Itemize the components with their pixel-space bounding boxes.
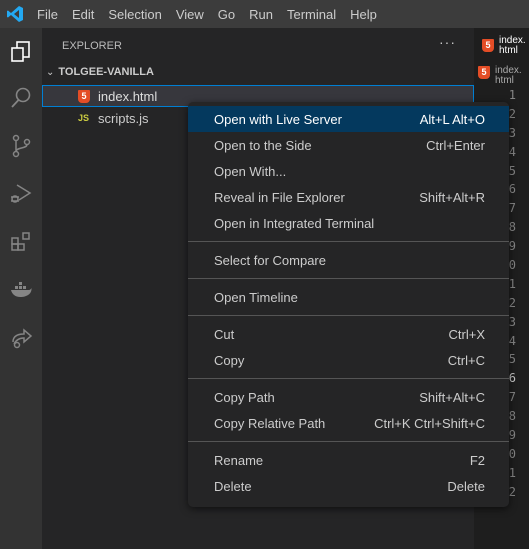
menu-selection[interactable]: Selection: [101, 7, 168, 22]
vscode-logo-icon: [0, 5, 30, 23]
activity-bar: [0, 28, 42, 549]
menu-separator: [188, 278, 509, 279]
file-name: scripts.js: [98, 110, 149, 126]
menu-item-label: Copy Path: [214, 389, 275, 405]
menu-item-reveal-in-file-explorer[interactable]: Reveal in File Explorer Shift+Alt+R: [188, 184, 509, 210]
menu-item-label: Open in Integrated Terminal: [214, 215, 375, 231]
menu-item-shortcut: Ctrl+Enter: [426, 137, 485, 153]
more-actions-icon[interactable]: ···: [439, 34, 456, 50]
menu-item-shortcut: Shift+Alt+C: [419, 389, 485, 405]
title-bar: File Edit Selection View Go Run Terminal Help: [0, 0, 529, 28]
menu-item-select-for-compare[interactable]: Select for Compare: [188, 247, 509, 273]
menu-item-shortcut: Delete: [447, 478, 485, 494]
source-control-icon[interactable]: [0, 126, 42, 166]
menu-item-label: Copy Relative Path: [214, 415, 326, 431]
menu-item-label: Copy: [214, 352, 245, 368]
menu-item-label: Select for Compare: [214, 252, 326, 268]
menu-item-label: Delete: [214, 478, 252, 494]
folder-header[interactable]: ⌄ TOLGEE-VANILLA: [46, 66, 154, 78]
menu-item-open-with[interactable]: Open With...: [188, 158, 509, 184]
chevron-down-icon: ⌄: [46, 67, 55, 78]
menu-item-shortcut: Ctrl+X: [448, 326, 485, 342]
menu-item-shortcut: Alt+L Alt+O: [419, 111, 485, 127]
menu-item-copy-relative-path[interactable]: Copy Relative Path Ctrl+K Ctrl+Shift+C: [188, 410, 509, 436]
explorer-title: EXPLORER: [62, 40, 122, 52]
tab-label: index.html: [499, 34, 526, 56]
menu-item-copy-path[interactable]: Copy Path Shift+Alt+C: [188, 384, 509, 410]
menu-help[interactable]: Help: [343, 7, 384, 22]
menu-item-shortcut: Shift+Alt+R: [419, 189, 485, 205]
menu-item-delete[interactable]: Delete Delete: [188, 473, 509, 499]
html5-icon: 5: [482, 39, 494, 52]
html5-icon: 5: [78, 89, 90, 103]
menu-item-shortcut: F2: [469, 452, 485, 468]
tab-index-html[interactable]: 5 index.html: [474, 28, 529, 63]
menu-item-label: Reveal in File Explorer: [214, 189, 345, 205]
menu-item-cut[interactable]: Cut Ctrl+X: [188, 321, 509, 347]
menu-item-open-timeline[interactable]: Open Timeline: [188, 284, 509, 310]
menu-separator: [188, 441, 509, 442]
file-name: index.html: [98, 88, 158, 104]
run-debug-icon[interactable]: [0, 174, 42, 214]
menu-separator: [188, 241, 509, 242]
menu-run[interactable]: Run: [242, 7, 280, 22]
menu-file[interactable]: File: [30, 7, 65, 22]
context-menu: Open with Live Server Alt+L Alt+O Open to …: [188, 102, 509, 507]
menu-item-label: Rename: [214, 452, 264, 468]
docker-icon[interactable]: [0, 270, 42, 310]
breadcrumb-item: index.html: [495, 65, 522, 86]
menu-edit[interactable]: Edit: [65, 7, 101, 22]
menu-item-open-to-the-side[interactable]: Open to the Side Ctrl+Enter: [188, 132, 509, 158]
menu-item-open-with-live-server[interactable]: Open with Live Server Alt+L Alt+O: [188, 106, 509, 132]
menu-view[interactable]: View: [169, 7, 211, 22]
menu-item-rename[interactable]: Rename F2: [188, 447, 509, 473]
menu-go[interactable]: Go: [211, 7, 242, 22]
menu-terminal[interactable]: Terminal: [280, 7, 343, 22]
menu-item-shortcut: Ctrl+C: [447, 352, 485, 368]
folder-name: TOLGEE-VANILLA: [58, 66, 154, 78]
menu-item-label: Open to the Side: [214, 137, 312, 153]
menu-separator: [188, 378, 509, 379]
menu-item-shortcut: Ctrl+K Ctrl+Shift+C: [374, 415, 485, 431]
extensions-icon[interactable]: [0, 222, 42, 262]
menu-item-open-in-integrated-terminal[interactable]: Open in Integrated Terminal: [188, 210, 509, 236]
live-share-icon[interactable]: [0, 318, 42, 358]
menu-item-copy[interactable]: Copy Ctrl+C: [188, 347, 509, 373]
menu-item-label: Open Timeline: [214, 289, 298, 305]
html5-icon: 5: [478, 66, 490, 79]
explorer-icon[interactable]: [0, 32, 42, 72]
menu-separator: [188, 315, 509, 316]
js-icon: JS: [78, 113, 90, 123]
menu-item-label: Cut: [214, 326, 235, 342]
menu-item-label: Open With...: [214, 163, 287, 179]
breadcrumb[interactable]: 5 index.html: [478, 66, 529, 86]
menu-item-label: Open with Live Server: [214, 111, 342, 127]
search-icon[interactable]: [0, 78, 42, 118]
